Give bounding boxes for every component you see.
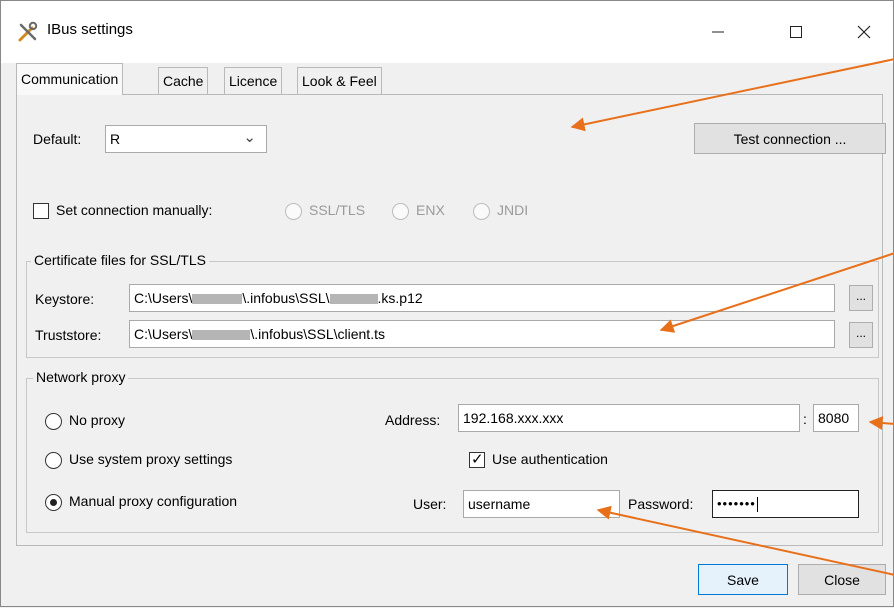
close-icon bbox=[857, 25, 871, 39]
enx-label: ENX bbox=[416, 202, 445, 218]
close-window-button[interactable] bbox=[841, 17, 887, 47]
truststore-path-end: \.infobus\SSL\client.ts bbox=[250, 326, 385, 342]
keystore-path-middle: \.infobus\SSL\ bbox=[242, 290, 330, 306]
no-proxy-radio[interactable] bbox=[45, 413, 62, 430]
user-label: User: bbox=[413, 496, 447, 512]
maximize-button[interactable] bbox=[773, 17, 819, 47]
window-title: IBus settings bbox=[47, 21, 133, 38]
set-manually-checkbox[interactable] bbox=[33, 203, 49, 219]
redacted-block bbox=[192, 294, 243, 305]
use-authentication-label: Use authentication bbox=[492, 451, 608, 467]
truststore-path-start: C:\Users\ bbox=[134, 326, 193, 342]
keystore-field[interactable]: C:\Users\ \.infobus\SSL\ .ks.p12 bbox=[129, 284, 835, 312]
truststore-browse-button[interactable]: ... bbox=[849, 322, 873, 348]
no-proxy-label: No proxy bbox=[69, 412, 126, 428]
chevron-down-icon: ⌄ bbox=[243, 129, 256, 146]
ssl-tls-label: SSL/TLS bbox=[309, 202, 366, 218]
certificates-legend: Certificate files for SSL/TLS bbox=[31, 252, 209, 268]
default-select[interactable]: R ⌄ bbox=[105, 125, 267, 153]
keystore-path-end: .ks.p12 bbox=[377, 290, 423, 306]
minimize-icon bbox=[712, 31, 724, 33]
test-connection-button[interactable]: Test connection ... bbox=[694, 123, 886, 154]
password-label: Password: bbox=[628, 496, 694, 512]
settings-window: IBus settings Communication Cache Licenc… bbox=[0, 0, 894, 607]
set-manually-label: Set connection manually: bbox=[56, 202, 213, 218]
tools-icon bbox=[18, 21, 38, 42]
keystore-browse-button[interactable]: ... bbox=[849, 285, 873, 311]
manual-proxy-radio[interactable] bbox=[45, 494, 62, 511]
jndi-radio[interactable] bbox=[473, 203, 490, 220]
title-bar[interactable]: IBus settings bbox=[1, 1, 893, 63]
address-label: Address: bbox=[385, 412, 441, 428]
tab-look-and-feel[interactable]: Look & Feel bbox=[297, 67, 382, 94]
default-select-value: R bbox=[110, 131, 121, 147]
keystore-label: Keystore: bbox=[35, 291, 95, 307]
close-button[interactable]: Close bbox=[798, 564, 886, 595]
jndi-label: JNDI bbox=[497, 202, 529, 218]
redacted-block bbox=[329, 294, 378, 305]
system-proxy-label: Use system proxy settings bbox=[69, 451, 233, 467]
default-label: Default: bbox=[33, 131, 82, 147]
maximize-icon bbox=[790, 26, 802, 38]
keystore-path-start: C:\Users\ bbox=[134, 290, 193, 306]
network-proxy-legend: Network proxy bbox=[33, 369, 129, 385]
port-field[interactable]: 8080 bbox=[813, 404, 859, 432]
enx-radio[interactable] bbox=[392, 203, 409, 220]
ssl-tls-radio[interactable] bbox=[285, 203, 302, 220]
user-field[interactable]: username bbox=[463, 490, 620, 518]
manual-proxy-label: Manual proxy configuration bbox=[69, 493, 238, 509]
password-value: ••••••• bbox=[717, 496, 756, 511]
truststore-label: Truststore: bbox=[35, 327, 102, 343]
tab-licence[interactable]: Licence bbox=[224, 67, 283, 94]
use-authentication-checkbox[interactable]: ✓ bbox=[469, 451, 485, 468]
text-cursor bbox=[756, 497, 758, 513]
truststore-field[interactable]: C:\Users\ \.infobus\SSL\client.ts bbox=[129, 320, 835, 348]
tab-communication[interactable]: Communication bbox=[16, 63, 124, 95]
password-field[interactable]: ••••••• bbox=[712, 490, 859, 518]
save-button[interactable]: Save bbox=[698, 564, 788, 595]
tab-cache[interactable]: Cache bbox=[158, 67, 209, 94]
redacted-block bbox=[192, 330, 251, 341]
system-proxy-radio[interactable] bbox=[45, 452, 62, 469]
address-field[interactable]: 192.168.xxx.xxx bbox=[458, 404, 800, 432]
minimize-button[interactable] bbox=[695, 17, 741, 47]
port-separator: : bbox=[803, 411, 807, 427]
checkmark-icon: ✓ bbox=[471, 451, 484, 468]
radio-selected-dot bbox=[50, 499, 57, 506]
